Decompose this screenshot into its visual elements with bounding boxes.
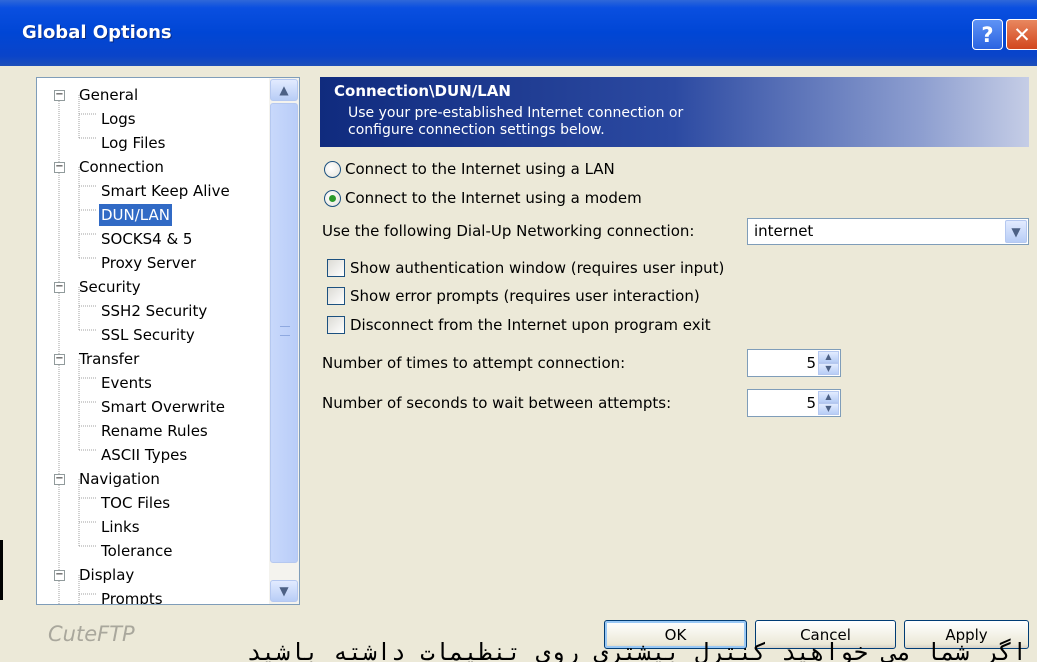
wait-stepper[interactable]: 5 ▲ ▼ — [747, 389, 841, 417]
collapse-icon[interactable]: − — [54, 162, 65, 173]
scroll-down-button[interactable]: ▼ — [270, 580, 298, 602]
help-button[interactable]: ? — [972, 19, 1003, 50]
tree-item[interactable]: Log Files — [99, 132, 167, 154]
collapse-icon[interactable]: − — [54, 354, 65, 365]
check-errors-label: Show error prompts (requires user intera… — [350, 287, 700, 305]
radio-modem[interactable]: Connect to the Internet using a modem — [324, 187, 642, 209]
radio-lan[interactable]: Connect to the Internet using a LAN — [324, 158, 615, 180]
tree-group-item[interactable]: Display — [79, 564, 134, 586]
dialup-select[interactable]: internet ▼ — [747, 218, 1029, 245]
section-header: Connection\DUN/LAN Use your pre-establis… — [320, 77, 1029, 147]
tree-item[interactable]: SOCKS4 & 5 — [99, 228, 194, 250]
tree-item[interactable]: DUN/LAN — [99, 204, 172, 226]
scroll-thumb[interactable] — [270, 103, 298, 563]
radio-lan-label: Connect to the Internet using a LAN — [345, 160, 615, 178]
section-description-line2: configure connection settings below. — [348, 122, 605, 138]
scroll-up-button[interactable]: ▲ — [270, 79, 298, 101]
tree-group-item[interactable]: Navigation — [79, 468, 160, 490]
section-description-line1: Use your pre-established Internet connec… — [348, 105, 684, 121]
check-errors-box[interactable] — [327, 287, 345, 305]
window-title: Global Options — [22, 22, 172, 43]
tree-group-item[interactable]: General — [79, 84, 138, 106]
chevron-down-icon: ▼ — [279, 584, 289, 598]
tree-item[interactable]: Smart Keep Alive — [99, 180, 232, 202]
check-disconnect[interactable]: Disconnect from the Internet upon progra… — [327, 314, 711, 336]
wait-down-button[interactable]: ▼ — [818, 403, 839, 415]
check-disconnect-box[interactable] — [327, 316, 345, 334]
radio-modem-label: Connect to the Internet using a modem — [345, 189, 642, 207]
tree-item[interactable]: Proxy Server — [99, 252, 198, 274]
close-button[interactable]: ✕ — [1006, 19, 1037, 50]
collapse-icon[interactable]: − — [54, 282, 65, 293]
check-auth-label: Show authentication window (requires use… — [350, 259, 725, 277]
attempts-up-button[interactable]: ▲ — [818, 351, 839, 363]
check-error-prompts[interactable]: Show error prompts (requires user intera… — [327, 285, 700, 307]
attempts-down-button[interactable]: ▼ — [818, 363, 839, 375]
tree-scrollbar[interactable]: ▲ ▼ — [269, 78, 299, 604]
tree-item[interactable]: TOC Files — [99, 492, 172, 514]
close-icon: ✕ — [1013, 22, 1031, 47]
dropdown-button[interactable]: ▼ — [1005, 220, 1027, 243]
tree-item[interactable]: Rename Rules — [99, 420, 210, 442]
check-auth-window[interactable]: Show authentication window (requires use… — [327, 257, 724, 279]
title-bar[interactable]: Global Options ? ✕ — [0, 0, 1037, 66]
chevron-up-icon: ▲ — [279, 83, 289, 97]
tree-item[interactable]: Smart Overwrite — [99, 396, 227, 418]
collapse-icon[interactable]: − — [54, 474, 65, 485]
attempts-label: Number of times to attempt connection: — [322, 354, 626, 372]
attempts-stepper[interactable]: 5 ▲ ▼ — [747, 349, 841, 377]
collapse-icon[interactable]: − — [54, 90, 65, 101]
tree-group-item[interactable]: Connection — [79, 156, 164, 178]
left-edge-mark — [0, 540, 3, 600]
tree-group-item[interactable]: Security — [79, 276, 141, 298]
tree-item[interactable]: Prompts — [99, 588, 165, 604]
tree-item[interactable]: Logs — [99, 108, 138, 130]
tree-item[interactable]: Tolerance — [99, 540, 175, 562]
tree-item[interactable]: ASCII Types — [99, 444, 189, 466]
check-disconnect-label: Disconnect from the Internet upon progra… — [350, 316, 711, 334]
help-icon: ? — [981, 22, 994, 47]
cuteftp-logo: CuteFTP — [48, 622, 135, 646]
dialup-label: Use the following Dial-Up Networking con… — [322, 222, 695, 240]
tree-item[interactable]: SSH2 Security — [99, 300, 209, 322]
section-description: Use your pre-established Internet connec… — [348, 105, 848, 139]
options-tree[interactable]: General − Logs Log Files Connection − Smart Ke… — [36, 77, 300, 605]
tree-item[interactable]: SSL Security — [99, 324, 197, 346]
tree-item[interactable]: Events — [99, 372, 154, 394]
check-auth-box[interactable] — [327, 259, 345, 277]
wait-value: 5 — [806, 394, 816, 412]
section-title: Connection\DUN/LAN — [334, 82, 511, 100]
overlay-caption: اگر شما می خواهید کنترل بیشتری روی تنظیم… — [246, 638, 1027, 662]
chevron-down-icon: ▼ — [1011, 224, 1021, 239]
tree-group-item[interactable]: Transfer — [79, 348, 139, 370]
dialup-select-value: internet — [754, 222, 814, 240]
attempts-value: 5 — [806, 354, 816, 372]
scroll-grip-icon — [280, 326, 290, 336]
radio-lan-indicator[interactable] — [324, 160, 341, 178]
radio-modem-indicator[interactable] — [324, 189, 341, 207]
collapse-icon[interactable]: − — [54, 570, 65, 581]
wait-label: Number of seconds to wait between attemp… — [322, 394, 672, 412]
tree-item[interactable]: Links — [99, 516, 142, 538]
wait-up-button[interactable]: ▲ — [818, 391, 839, 403]
